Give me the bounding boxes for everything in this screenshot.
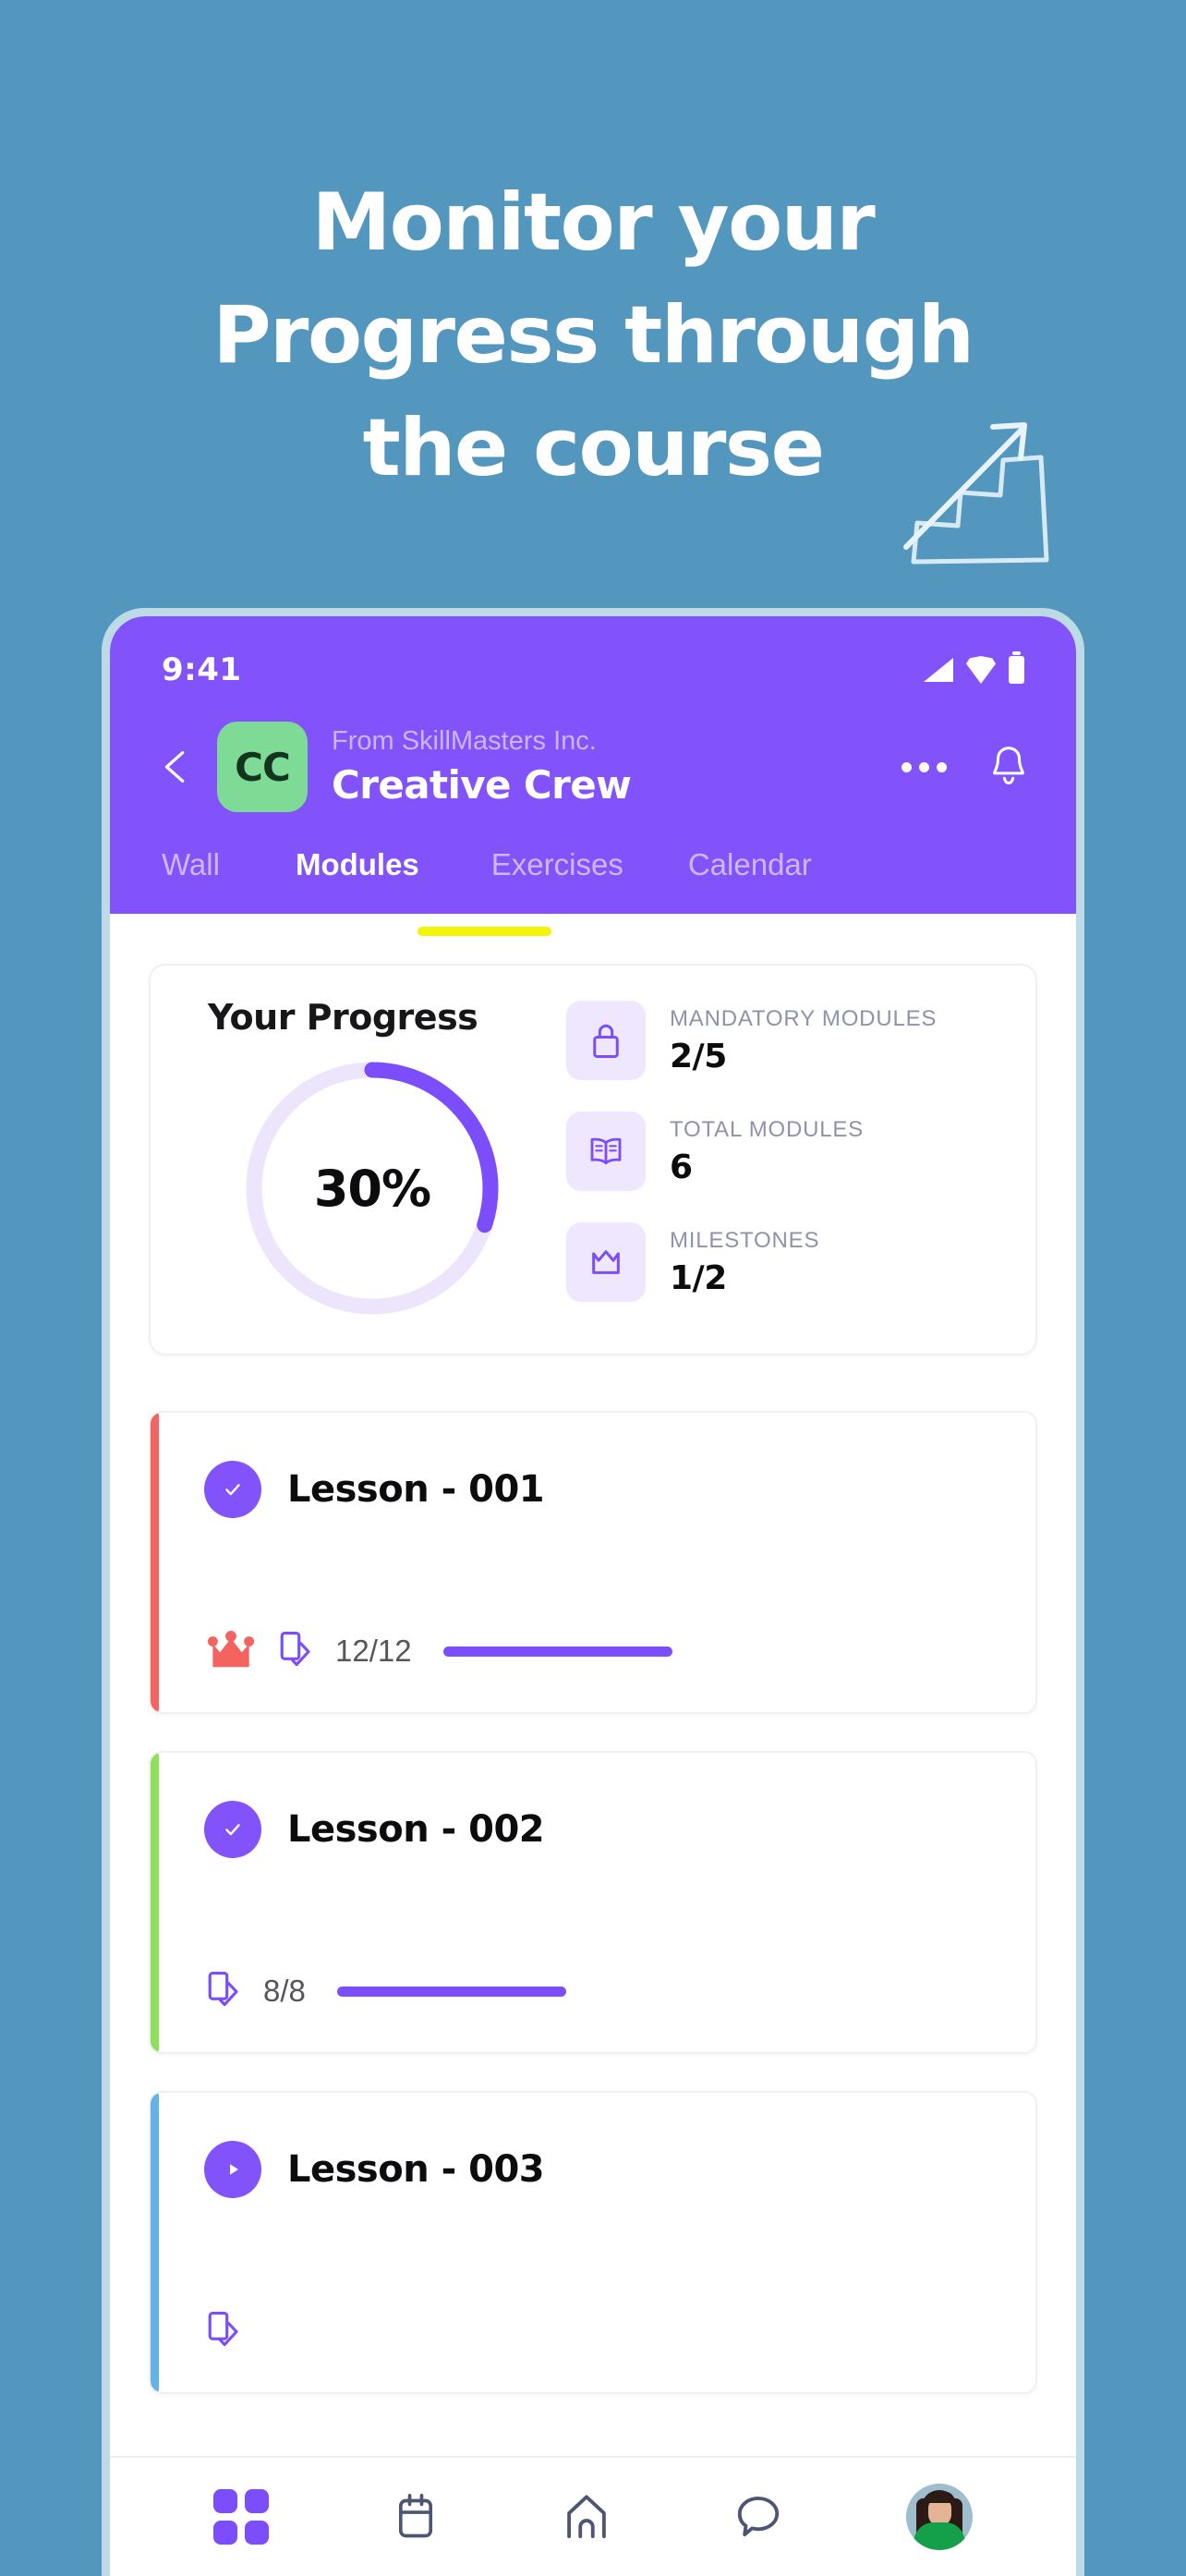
status-icon-group <box>924 651 1024 684</box>
signal-icon <box>924 658 953 682</box>
check-icon <box>225 1484 240 1496</box>
nav-item-calendar[interactable] <box>392 2492 440 2542</box>
stairs-growth-icon <box>903 422 1049 565</box>
pages-icon <box>208 1972 238 2007</box>
progress-ring-section: Your Progress 30% <box>178 997 566 1322</box>
back-chevron-icon[interactable] <box>154 746 197 788</box>
wifi-icon <box>966 656 996 684</box>
lesson-status-badge[interactable] <box>204 2141 261 2198</box>
progress-ring: 30% <box>238 1054 506 1322</box>
stat-milestones: MILESTONES 1/2 <box>566 1222 1008 1302</box>
lock-icon-tile <box>566 1001 646 1080</box>
lesson-status-stripe <box>151 1413 159 1712</box>
book-icon <box>590 1137 622 1165</box>
lesson-meta <box>204 2309 998 2353</box>
lesson-card[interactable]: Lesson - 002 8/8 <box>149 1751 1037 2054</box>
tab-exercises[interactable]: Exercises <box>491 847 623 882</box>
stat-mandatory-text: MANDATORY MODULES 2/5 <box>670 1006 937 1075</box>
lesson-header: Lesson - 002 <box>204 1801 998 1858</box>
lesson-progress-bar <box>336 1986 566 1997</box>
active-tab-underline <box>418 927 551 936</box>
crown-icon <box>592 1250 620 1274</box>
milestone-slot <box>204 1629 276 1673</box>
play-icon <box>230 2164 238 2175</box>
status-bar: 9:41 <box>110 616 1076 707</box>
tab-bar: Wall Modules Exercises Calendar <box>110 823 1076 914</box>
progress-stats-section: MANDATORY MODULES 2/5 TOTAL MODULES 6 MI… <box>566 997 1008 1302</box>
header-actions <box>900 744 1030 790</box>
milestone-crown-icon <box>207 1630 255 1668</box>
lesson-list: Lesson - 001 12/12 Lesson - 002 8/8 Less… <box>149 1411 1037 2394</box>
battery-icon <box>1009 651 1024 684</box>
lock-icon <box>593 1024 619 1058</box>
lesson-progress-count: 12/12 <box>335 1634 412 1668</box>
tab-modules[interactable]: Modules <box>296 847 419 882</box>
lesson-progress-count: 8/8 <box>263 1974 306 2008</box>
progress-heading: Your Progress <box>208 997 478 1038</box>
lesson-title: Lesson - 002 <box>287 1808 545 1851</box>
lesson-title: Lesson - 001 <box>287 1468 545 1511</box>
nav-item-chat[interactable] <box>733 2493 783 2541</box>
lesson-status-badge[interactable] <box>204 1461 261 1518</box>
stat-label: MILESTONES <box>670 1227 820 1253</box>
header-main: CC From SkillMasters Inc. Creative Crew <box>110 707 1076 823</box>
stat-label: TOTAL MODULES <box>670 1116 864 1142</box>
progress-summary-card: Your Progress 30% MANDATORY MODULES 2/5 … <box>149 964 1037 1355</box>
phone-mockup-frame: 9:41 CC From SkillMasters Inc. Creative … <box>102 608 1084 2576</box>
status-time: 9:41 <box>162 651 242 688</box>
stat-value: 6 <box>670 1148 693 1186</box>
header-titles: From SkillMasters Inc. Creative Crew <box>332 726 900 808</box>
bottom-navigation-bar <box>110 2456 1076 2576</box>
lesson-header: Lesson - 001 <box>204 1461 998 1518</box>
modules-scroll-area[interactable]: Your Progress 30% MANDATORY MODULES 2/5 … <box>110 914 1076 2394</box>
pages-icon <box>280 1632 310 1667</box>
phone-screen: 9:41 CC From SkillMasters Inc. Creative … <box>110 616 1076 2576</box>
lesson-card[interactable]: Lesson - 001 12/12 <box>149 1411 1037 1714</box>
lesson-status-stripe <box>151 2093 159 2392</box>
home-icon <box>567 2495 606 2539</box>
lesson-status-badge[interactable] <box>204 1801 261 1858</box>
crown-icon-tile <box>566 1222 646 1302</box>
app-body: Your Progress 30% MANDATORY MODULES 2/5 … <box>110 914 1076 2576</box>
nav-item-dashboard[interactable] <box>213 2489 270 2545</box>
pages-icon <box>208 2312 238 2347</box>
stat-total-text: TOTAL MODULES 6 <box>670 1117 864 1186</box>
group-avatar[interactable]: CC <box>217 722 308 812</box>
lesson-progress-bar <box>442 1646 672 1657</box>
check-icon <box>225 1824 240 1836</box>
book-icon-tile <box>566 1112 646 1191</box>
notification-bell-icon[interactable] <box>987 744 1030 790</box>
grid-dashboard-icon <box>213 2489 270 2545</box>
nav-item-profile[interactable] <box>905 2484 973 2550</box>
lesson-header: Lesson - 003 <box>204 2141 998 2198</box>
lesson-title: Lesson - 003 <box>287 2148 545 2191</box>
tab-wall[interactable]: Wall <box>162 847 220 882</box>
stat-total-modules: TOTAL MODULES 6 <box>566 1112 1008 1191</box>
lesson-meta: 12/12 <box>204 1629 998 1673</box>
stat-milestone-text: MILESTONES 1/2 <box>670 1228 819 1297</box>
calendar-icon <box>398 2494 432 2538</box>
more-options-icon[interactable] <box>900 753 949 782</box>
progress-percent-label: 30% <box>313 1159 431 1218</box>
app-header: 9:41 CC From SkillMasters Inc. Creative … <box>110 616 1076 914</box>
nav-item-home[interactable] <box>562 2492 611 2542</box>
lesson-card[interactable]: Lesson - 003 <box>149 2091 1037 2394</box>
hero-line-1: Monitor your <box>311 176 876 269</box>
hero-line-2: Progress through <box>212 289 974 382</box>
stat-value: 1/2 <box>670 1258 727 1297</box>
profile-avatar-icon <box>905 2484 973 2550</box>
lesson-meta: 8/8 <box>204 1969 998 2013</box>
page-title: Creative Crew <box>332 762 632 808</box>
tab-calendar[interactable]: Calendar <box>688 847 812 882</box>
stat-mandatory-modules: MANDATORY MODULES 2/5 <box>566 1001 1008 1080</box>
lesson-status-stripe <box>151 1753 159 2052</box>
stat-label: MANDATORY MODULES <box>670 1005 938 1031</box>
chat-bubble-icon <box>738 2497 780 2537</box>
header-subtitle: From SkillMasters Inc. <box>332 726 597 756</box>
stat-value: 2/5 <box>670 1037 727 1075</box>
